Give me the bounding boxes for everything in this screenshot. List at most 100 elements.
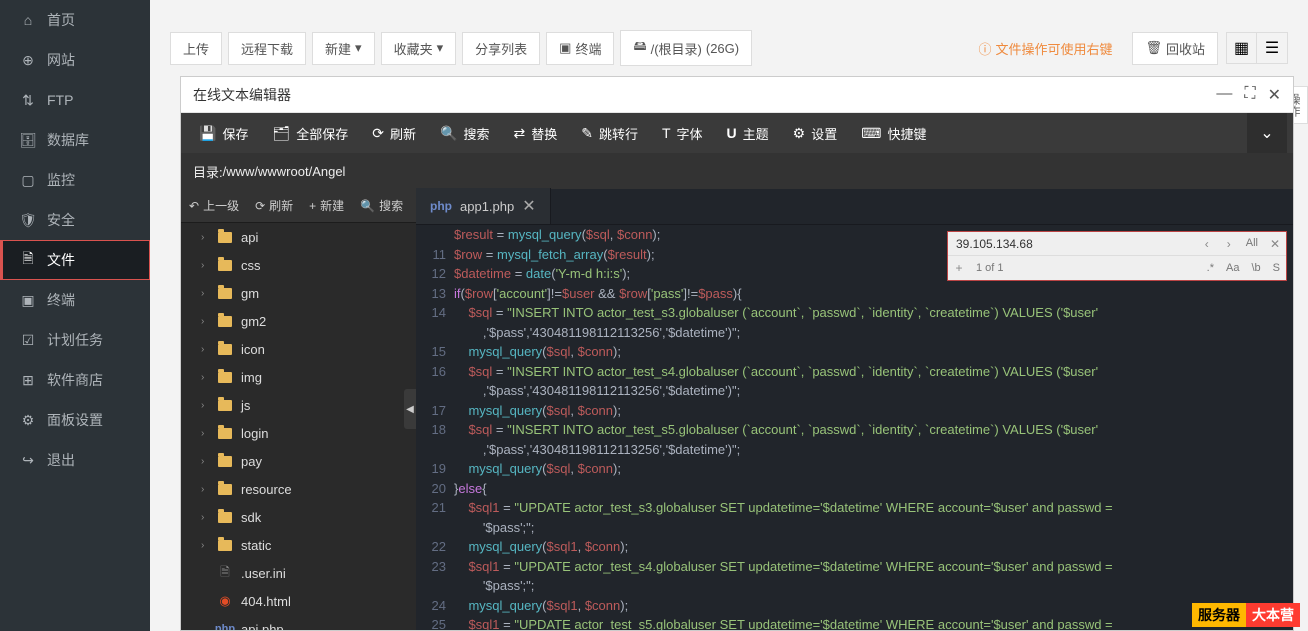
shortcut-button[interactable]: ⌨快捷键 bbox=[849, 113, 938, 153]
filetree-item[interactable]: ◉404.html bbox=[181, 587, 416, 615]
refresh-icon: ⟳ bbox=[372, 125, 384, 142]
folder-icon bbox=[218, 344, 232, 355]
regex-option[interactable]: .* bbox=[1201, 260, 1220, 277]
filetree-item[interactable]: ›js bbox=[181, 391, 416, 419]
theme-button[interactable]: U主题 bbox=[715, 113, 781, 153]
filetree-toolbar: ↶ 上一级 ⟳ 刷新 + 新建 🔍 搜索 bbox=[181, 189, 416, 223]
filetree-item[interactable]: ›api bbox=[181, 223, 416, 251]
selection-option[interactable]: S bbox=[1267, 260, 1286, 277]
replace-toggle-button[interactable]: + bbox=[948, 259, 970, 277]
find-input[interactable] bbox=[948, 237, 1196, 251]
sidebar-item-database[interactable]: 🗄数据库 bbox=[0, 120, 150, 160]
word-option[interactable]: \b bbox=[1245, 260, 1266, 277]
file-toolbar: 上传 远程下载 新建 ▾ 收藏夹 ▾ 分享列表 ▣ 终端 🖴 /(根目录) (2… bbox=[150, 22, 1308, 74]
case-option[interactable]: Aa bbox=[1220, 260, 1245, 277]
goto-button[interactable]: ✎跳转行 bbox=[569, 113, 650, 153]
filetree-item[interactable]: ›login bbox=[181, 419, 416, 447]
sidebar-item-monitor[interactable]: ▢监控 bbox=[0, 160, 150, 200]
sidebar-item-file[interactable]: 🗎文件 bbox=[0, 240, 150, 280]
sidebar-item-shield[interactable]: 🛡安全 bbox=[0, 200, 150, 240]
html-icon: ◉ bbox=[217, 593, 233, 609]
share-list-button[interactable]: 分享列表 bbox=[462, 32, 540, 65]
settings-button[interactable]: ⚙设置 bbox=[781, 113, 850, 153]
terminal-button[interactable]: ▣ 终端 bbox=[546, 32, 614, 65]
refresh-button[interactable]: ⟳刷新 bbox=[360, 113, 428, 153]
find-prev-button[interactable]: ‹ bbox=[1196, 235, 1218, 253]
tab-app1-php[interactable]: php app1.php ✕ bbox=[416, 188, 551, 224]
grid-view-button[interactable]: ▦ bbox=[1227, 33, 1257, 63]
ft-up-button[interactable]: ↶ 上一级 bbox=[181, 189, 247, 222]
file-tree: ↶ 上一级 ⟳ 刷新 + 新建 🔍 搜索 ›api›css›gm›gm2›ico… bbox=[181, 189, 416, 630]
search-button[interactable]: 🔍搜索 bbox=[428, 113, 501, 153]
home-icon: ⌂ bbox=[19, 11, 37, 29]
php-icon: php bbox=[430, 199, 452, 213]
find-close-button[interactable]: ✕ bbox=[1264, 235, 1286, 253]
filetree-item[interactable]: ›icon bbox=[181, 335, 416, 363]
sidebar-item-calendar[interactable]: ☑计划任务 bbox=[0, 320, 150, 360]
filetree-item-name: resource bbox=[241, 482, 292, 497]
filetree-item[interactable]: 🗎.user.ini bbox=[181, 559, 416, 587]
folder-icon bbox=[218, 540, 232, 551]
sidebar-item-globe[interactable]: ⊕网站 bbox=[0, 40, 150, 80]
sidebar-item-ftp[interactable]: ⇅ FTP bbox=[0, 80, 150, 120]
filetree-item-name: api bbox=[241, 230, 258, 245]
filetree-item-name: sdk bbox=[241, 510, 261, 525]
save-icon: 💾 bbox=[199, 125, 216, 142]
filetree-item[interactable]: ›resource bbox=[181, 475, 416, 503]
sidebar-item-store[interactable]: ⊞软件商店 bbox=[0, 360, 150, 400]
ft-search-button[interactable]: 🔍 搜索 bbox=[352, 189, 411, 222]
root-path-button[interactable]: 🖴 /(根目录) (26G) bbox=[620, 30, 752, 66]
sidebar-item-home[interactable]: ⌂首页 bbox=[0, 0, 150, 40]
filetree-item[interactable]: ›css bbox=[181, 251, 416, 279]
maximize-icon[interactable]: ⛶ bbox=[1244, 85, 1255, 105]
filetree-item[interactable]: ›gm bbox=[181, 279, 416, 307]
filetree-item[interactable]: ›pay bbox=[181, 447, 416, 475]
minimize-icon[interactable]: — bbox=[1216, 85, 1232, 105]
sidebar-item-label: FTP bbox=[47, 92, 73, 108]
filetree-item[interactable]: ›img bbox=[181, 363, 416, 391]
fold-sidebar-handle[interactable]: ◀ bbox=[404, 389, 416, 429]
logout-icon: ↪ bbox=[19, 451, 37, 469]
sidebar-item-terminal[interactable]: ▣终端 bbox=[0, 280, 150, 320]
font-button[interactable]: T字体 bbox=[650, 113, 715, 153]
goto-icon: ✎ bbox=[581, 125, 593, 142]
sidebar-item-logout[interactable]: ↪退出 bbox=[0, 440, 150, 480]
keyboard-icon: ⌨ bbox=[861, 125, 881, 142]
sidebar-item-settings[interactable]: ⚙面板设置 bbox=[0, 400, 150, 440]
save-all-button[interactable]: 🗂全部保存 bbox=[260, 113, 360, 153]
filetree-item[interactable]: ›sdk bbox=[181, 503, 416, 531]
collapse-toolbar-button[interactable]: ⌄ bbox=[1247, 113, 1287, 153]
store-icon: ⊞ bbox=[19, 371, 37, 389]
upload-button[interactable]: 上传 bbox=[170, 32, 222, 65]
folder-icon bbox=[218, 316, 232, 327]
watermark: 服务器大本营 bbox=[1192, 603, 1300, 627]
current-path: /www/wwwroot/Angel bbox=[223, 164, 346, 179]
ft-refresh-button[interactable]: ⟳ 刷新 bbox=[247, 189, 301, 222]
hint-text: ⓘ 文件操作可使用右键 bbox=[966, 33, 1124, 64]
close-icon[interactable]: ✕ bbox=[1268, 85, 1281, 105]
editor-titlebar: 在线文本编辑器 — ⛶ ✕ bbox=[181, 77, 1293, 113]
recycle-button[interactable]: 🗑 回收站 bbox=[1132, 32, 1218, 65]
code-editor[interactable]: 1112131415161718192021222324252627282930… bbox=[416, 225, 1293, 630]
filetree-item[interactable]: phpapi.php bbox=[181, 615, 416, 630]
filetree-item-name: js bbox=[241, 398, 250, 413]
sidebar: ⌂首页⊕网站 ⇅ FTP 🗄数据库▢监控🛡安全🗎文件▣终端☑计划任务⊞软件商店⚙面板设… bbox=[0, 0, 150, 631]
save-button[interactable]: 💾保存 bbox=[187, 113, 260, 153]
editor-toolbar: 💾保存 🗂全部保存 ⟳刷新 🔍搜索 ⇄替换 ✎跳转行 T字体 U主题 ⚙设置 ⌨… bbox=[181, 113, 1293, 153]
close-tab-icon[interactable]: ✕ bbox=[522, 196, 535, 216]
folder-icon bbox=[218, 372, 232, 383]
filetree-item[interactable]: ›static bbox=[181, 531, 416, 559]
find-all-label[interactable]: All bbox=[1240, 235, 1264, 252]
filetree-item[interactable]: ›gm2 bbox=[181, 307, 416, 335]
php-icon: php bbox=[217, 623, 233, 630]
list-view-button[interactable]: ☰ bbox=[1257, 33, 1287, 63]
remote-download-button[interactable]: 远程下载 bbox=[228, 32, 306, 65]
replace-button[interactable]: ⇄替换 bbox=[501, 113, 569, 153]
new-button[interactable]: 新建 ▾ bbox=[312, 32, 375, 65]
favorites-button[interactable]: 收藏夹 ▾ bbox=[381, 32, 457, 65]
ft-new-button[interactable]: + 新建 bbox=[301, 189, 352, 222]
find-next-button[interactable]: › bbox=[1218, 235, 1240, 253]
folder-icon bbox=[218, 456, 232, 467]
search-icon: 🔍 bbox=[440, 125, 457, 142]
ftp-icon: ⇅ bbox=[19, 91, 37, 109]
